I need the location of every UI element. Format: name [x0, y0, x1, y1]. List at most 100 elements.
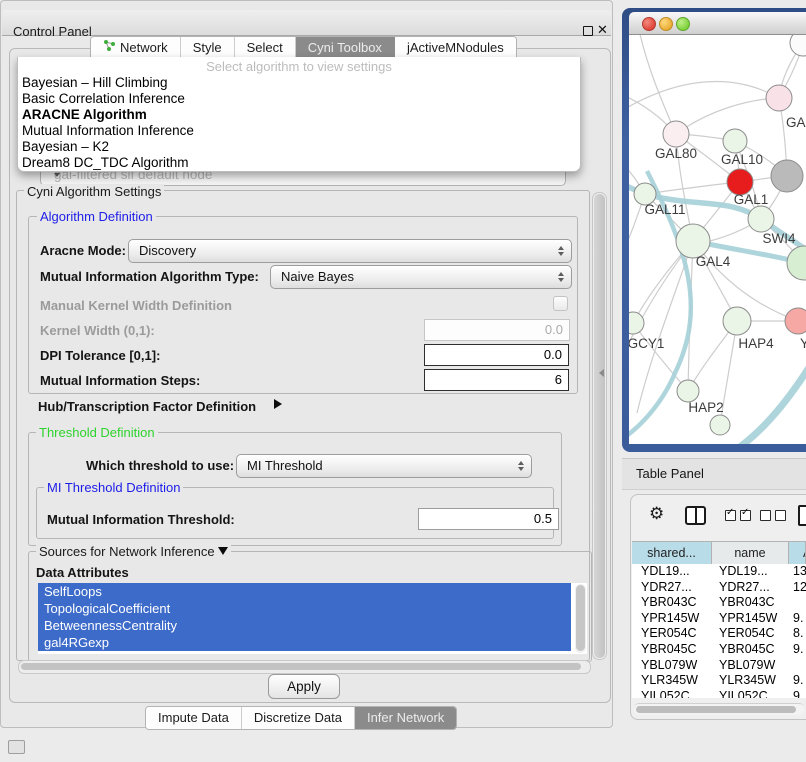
node-bottom-partial[interactable] [710, 415, 730, 435]
kernel-width-label: Kernel Width (0,1): [40, 323, 155, 338]
node-hap2[interactable] [677, 380, 699, 402]
splitter-collapse-icon[interactable] [599, 369, 604, 377]
node-gal80[interactable] [663, 121, 689, 147]
tab-jactivemnodules[interactable]: jActiveMNodules [395, 37, 516, 59]
node-top-partial[interactable] [790, 35, 806, 56]
collapse-down-icon[interactable] [218, 547, 228, 555]
table-horizontal-scrollbar[interactable] [634, 703, 804, 715]
node-gal-pink[interactable] [766, 85, 792, 111]
kernel-width-field[interactable]: 0.0 [424, 319, 570, 341]
select-all-checkboxes-icon[interactable]: ✓ [725, 510, 736, 521]
tab-impute-data[interactable]: Impute Data [146, 707, 242, 729]
close-icon[interactable]: ✕ [597, 22, 608, 38]
select-all-checkboxes-icon[interactable]: ✓ [740, 510, 751, 521]
cyni-bottom-tabs: Impute Data Discretize Data Infer Network [145, 706, 457, 730]
algorithm-option[interactable]: Dream8 DC_TDC Algorithm [21, 155, 577, 171]
algorithm-option[interactable]: Basic Correlation Inference [21, 91, 577, 107]
manual-kernel-checkbox[interactable] [553, 296, 568, 311]
cell: YBL079W [719, 658, 775, 674]
tab-cyni-toolbox[interactable]: Cyni Toolbox [296, 37, 395, 59]
node-gray[interactable] [771, 160, 803, 192]
close-traffic-light[interactable] [642, 17, 656, 31]
table-panel-header: Table Panel [622, 458, 806, 490]
node-gal10[interactable] [723, 129, 747, 153]
minimize-traffic-light[interactable] [659, 17, 673, 31]
cell: 9. [793, 642, 803, 658]
mi-steps-label: Mutual Information Steps: [40, 373, 200, 388]
network-edge[interactable] [629, 81, 779, 110]
node-hap4[interactable] [723, 307, 751, 335]
cell: YDL19... [641, 564, 690, 580]
docked-panel-icon[interactable] [8, 740, 25, 754]
node-salmon[interactable] [785, 308, 806, 334]
which-threshold-combo[interactable]: MI Threshold [236, 454, 532, 478]
data-attribute-item[interactable]: TopologicalCoefficient [38, 600, 571, 617]
settings-gear-icon[interactable]: ⚙ [649, 504, 664, 524]
node-gal4[interactable] [676, 224, 710, 258]
aracne-mode-combo[interactable]: Discovery [128, 239, 572, 263]
table-row[interactable]: YDR27...YDR27...12 [632, 580, 806, 596]
column-header-name[interactable]: name [712, 542, 789, 564]
tab-select[interactable]: Select [235, 37, 296, 59]
tab-style[interactable]: Style [181, 37, 235, 59]
check-icon: ✓ [741, 507, 749, 518]
list-scrollbar[interactable] [575, 584, 586, 653]
node-gcy1[interactable] [629, 312, 644, 334]
table-row[interactable]: YBR043CYBR043C [632, 595, 806, 611]
which-threshold-label: Which threshold to use: [86, 458, 234, 473]
tab-label: Infer Network [367, 707, 444, 729]
node-swi4-big[interactable] [787, 246, 806, 280]
node-green-mid[interactable] [748, 206, 774, 232]
network-edge[interactable] [676, 98, 779, 134]
tab-discretize-data[interactable]: Discretize Data [242, 707, 355, 729]
table-row[interactable]: YIL052CYIL052C9. [632, 689, 806, 698]
deselect-all-checkboxes-icon[interactable] [775, 510, 786, 521]
mi-steps-field[interactable]: 6 [424, 369, 569, 391]
float-window-icon[interactable] [583, 26, 593, 36]
algorithm-option[interactable]: Bayesian – K2 [21, 139, 577, 155]
dpi-tolerance-field[interactable]: 0.0 [424, 344, 569, 366]
data-attribute-item[interactable]: BetweennessCentrality [38, 617, 571, 634]
mi-type-combo[interactable]: Naive Bayes [270, 265, 572, 289]
tab-network[interactable]: Network [91, 37, 181, 59]
network-edge-highlighted[interactable] [721, 361, 806, 444]
cell: YDL19... [719, 564, 768, 580]
settings-horizontal-scrollbar[interactable] [18, 660, 591, 674]
apply-button[interactable]: Apply [268, 674, 340, 699]
settings-vertical-scrollbar[interactable] [592, 192, 607, 660]
tab-infer-network[interactable]: Infer Network [355, 707, 456, 729]
network-canvas[interactable]: GALGAL80GAL10GAL1GAL11SWI4GAL4GCY1HAP4YH… [629, 35, 806, 444]
mi-threshold-field[interactable]: 0.5 [418, 508, 559, 530]
mi-threshold-legend: MI Threshold Definition [44, 480, 183, 495]
table-row[interactable]: YLR345WYLR345W9. [632, 673, 806, 689]
node-label-gcy1: GCY1 [629, 336, 664, 351]
tab-label: Impute Data [158, 707, 229, 729]
table-row[interactable]: YDL19...YDL19...13 [632, 564, 806, 580]
table-panel-title: Table Panel [636, 466, 704, 481]
cell: 8. [793, 626, 803, 642]
algorithm-option[interactable]: Mutual Information Inference [21, 123, 577, 139]
table-row[interactable]: YPR145WYPR145W9. [632, 611, 806, 627]
expand-right-icon[interactable] [274, 399, 282, 409]
partial-doc-icon[interactable] [798, 505, 806, 526]
split-columns-icon[interactable] [685, 506, 706, 525]
cell: YIL052C [641, 689, 690, 698]
which-threshold-value: MI Threshold [247, 455, 323, 477]
table-row[interactable]: YBL079WYBL079W [632, 658, 806, 674]
table-row[interactable]: YBR045CYBR045C9. [632, 642, 806, 658]
deselect-all-checkboxes-icon[interactable] [760, 510, 771, 521]
data-attribute-item[interactable]: SelfLoops [38, 583, 571, 600]
zoom-traffic-light[interactable] [676, 17, 690, 31]
data-attribute-item[interactable]: gal4RGexp [38, 634, 571, 651]
network-edge[interactable] [639, 35, 676, 134]
column-header-shared...[interactable]: shared... [632, 542, 712, 564]
node-label-hap2: HAP2 [688, 400, 723, 415]
algorithm-option[interactable]: ARACNE Algorithm [21, 107, 577, 123]
column-header-A[interactable]: A [789, 542, 806, 564]
table-row[interactable]: YER054CYER054C8. [632, 626, 806, 642]
network-window-titlebar[interactable] [629, 12, 806, 35]
combo-spinner-icon [558, 272, 564, 282]
algorithm-option[interactable]: Bayesian – Hill Climbing [21, 75, 577, 91]
sources-legend: Sources for Network Inference [36, 544, 231, 559]
threshold-definition-legend: Threshold Definition [36, 425, 158, 440]
